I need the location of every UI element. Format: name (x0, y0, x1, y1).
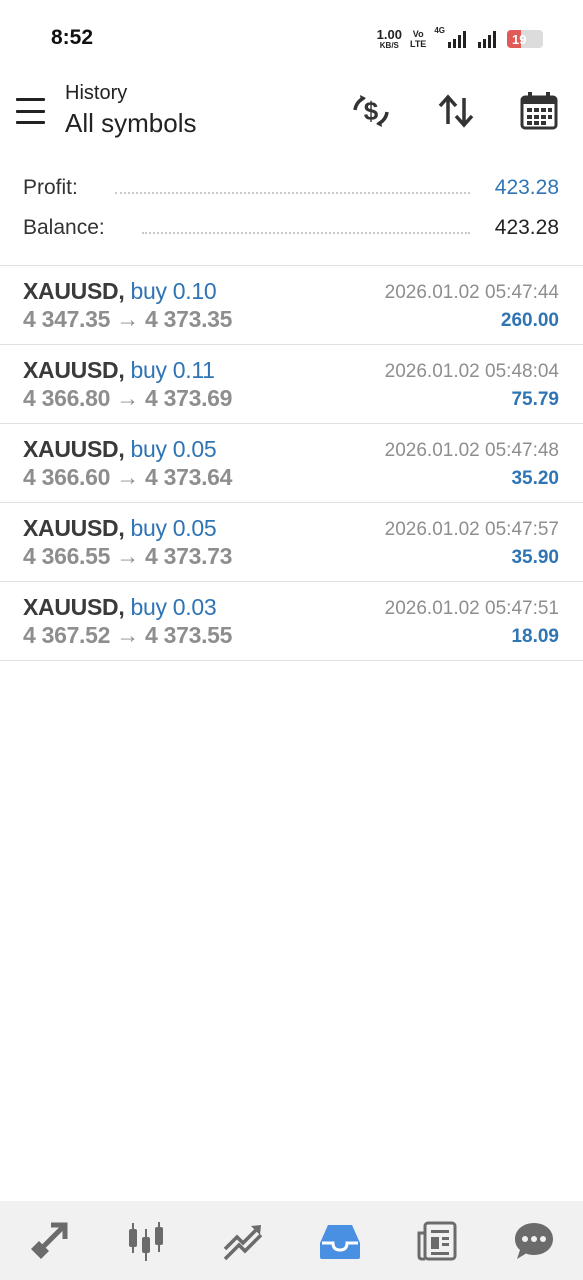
nav-chat[interactable] (486, 1201, 583, 1280)
deal-type: buy 0.03 (130, 594, 217, 620)
deal-time: 2026.01.02 05:48:04 (384, 361, 559, 382)
app-header: History All symbols $ (0, 78, 583, 148)
profit-value: 423.28 (494, 176, 559, 199)
deal-close-price: 4 373.55 (145, 622, 233, 648)
price-arrow: → (116, 464, 139, 490)
deal-prices: 4 347.35 → 4 373.35 (23, 306, 232, 333)
deal-profit: 75.79 (511, 389, 559, 410)
deal-open-price: 4 366.80 (23, 385, 111, 411)
calendar-icon[interactable] (518, 90, 560, 132)
profit-row: Profit: 423.28 (0, 168, 583, 208)
deal-profit: 18.09 (511, 626, 559, 647)
deal-close-price: 4 373.73 (145, 543, 233, 569)
currency-exchange-icon[interactable]: $ (350, 90, 392, 132)
deal-close-price: 4 373.35 (145, 306, 233, 332)
news-icon (417, 1221, 457, 1260)
price-arrow: → (116, 543, 139, 569)
deal-open-price: 4 366.60 (23, 464, 111, 490)
deal-time: 2026.01.02 05:47:51 (384, 598, 559, 619)
quotes-icon (30, 1222, 68, 1259)
status-icons: 1.00 KB/S Vo LTE 4G 19 (377, 26, 543, 52)
deal-close-price: 4 373.64 (145, 464, 233, 490)
price-arrow: → (116, 622, 139, 648)
menu-icon-bar (16, 98, 45, 101)
deal-row[interactable]: XAUUSD, buy 0.11 4 366.80 → 4 373.69 202… (0, 345, 583, 424)
deal-symbol-name: XAUUSD, (23, 278, 125, 304)
deal-type: buy 0.05 (130, 515, 217, 541)
battery-value: 19 (512, 31, 527, 47)
profit-label: Profit: (23, 176, 78, 200)
deal-prices: 4 366.60 → 4 373.64 (23, 464, 232, 491)
deal-prices: 4 367.52 → 4 373.55 (23, 622, 232, 649)
deal-profit: 35.20 (511, 468, 559, 489)
deal-symbol-name: XAUUSD, (23, 515, 125, 541)
deal-symbol: XAUUSD, buy 0.03 (23, 594, 217, 621)
deal-profit: 35.90 (511, 547, 559, 568)
deal-prices: 4 366.80 → 4 373.69 (23, 385, 232, 412)
status-bar: 8:52 1.00 KB/S Vo LTE 4G 19 (0, 0, 583, 78)
network-speed: 1.00 KB/S (377, 28, 402, 50)
deal-profit: 260.00 (500, 310, 559, 331)
deal-symbol-name: XAUUSD, (23, 357, 125, 383)
nav-quotes[interactable] (0, 1201, 97, 1280)
trade-icon (223, 1224, 263, 1260)
price-arrow: → (116, 385, 139, 411)
nav-trade[interactable] (194, 1201, 291, 1280)
deal-type: buy 0.11 (130, 357, 215, 383)
deal-row[interactable]: XAUUSD, buy 0.03 4 367.52 → 4 373.55 202… (0, 582, 583, 661)
page-title: All symbols (65, 108, 197, 138)
signal-icon (448, 31, 466, 48)
deal-symbol: XAUUSD, buy 0.05 (23, 436, 217, 463)
deal-symbol: XAUUSD, buy 0.10 (23, 278, 217, 305)
balance-row: Balance: 423.28 (0, 208, 583, 248)
header-titles[interactable]: History All symbols (65, 80, 196, 140)
deal-prices: 4 366.55 → 4 373.73 (23, 543, 232, 570)
battery-icon: 19 (507, 30, 543, 48)
deal-symbol: XAUUSD, buy 0.11 (23, 357, 215, 384)
chat-icon (515, 1222, 554, 1259)
deal-open-price: 4 367.52 (23, 622, 111, 648)
deal-time: 2026.01.02 05:47:48 (384, 440, 559, 461)
deal-type: buy 0.10 (130, 278, 217, 304)
sort-icon[interactable] (435, 90, 477, 132)
network-speed-unit: KB/S (379, 41, 399, 50)
network-speed-value: 1.00 (376, 27, 402, 42)
deal-open-price: 4 366.55 (23, 543, 111, 569)
deal-row[interactable]: XAUUSD, buy 0.05 4 366.55 → 4 373.73 202… (0, 503, 583, 582)
volte-indicator: Vo LTE (410, 29, 426, 49)
nav-history[interactable] (292, 1201, 389, 1280)
deal-symbol: XAUUSD, buy 0.05 (23, 515, 217, 542)
deal-row[interactable]: XAUUSD, buy 0.05 4 366.60 → 4 373.64 202… (0, 424, 583, 503)
deal-open-price: 4 347.35 (23, 306, 111, 332)
nav-chart[interactable] (97, 1201, 194, 1280)
svg-text:$: $ (364, 96, 379, 126)
deals-list: XAUUSD, buy 0.10 4 347.35 → 4 373.35 202… (0, 265, 583, 661)
volte-bottom: LTE (409, 39, 427, 49)
price-arrow: → (116, 306, 139, 332)
status-time: 8:52 (51, 26, 94, 49)
signal-icon-2 (478, 31, 496, 48)
dotted-leader (142, 230, 470, 234)
signal-tag: 4G (434, 26, 445, 35)
chart-icon (128, 1221, 163, 1261)
deal-row[interactable]: XAUUSD, buy 0.10 4 347.35 → 4 373.35 202… (0, 266, 583, 345)
volte-top: Vo (412, 29, 424, 39)
history-icon (320, 1224, 361, 1259)
deal-symbol-name: XAUUSD, (23, 436, 125, 462)
deal-symbol-name: XAUUSD, (23, 594, 125, 620)
deal-close-price: 4 373.69 (145, 385, 233, 411)
page-subtitle: History (65, 82, 128, 104)
menu-icon-bar (16, 109, 45, 113)
summary: Profit: 423.28 Balance: 423.28 (0, 168, 583, 248)
nav-news[interactable] (389, 1201, 486, 1280)
balance-label: Balance: (23, 216, 105, 240)
bottom-nav (0, 1201, 583, 1280)
menu-button[interactable] (16, 96, 50, 126)
deal-time: 2026.01.02 05:47:44 (384, 282, 559, 303)
dotted-leader (115, 190, 470, 194)
deal-time: 2026.01.02 05:47:57 (384, 519, 559, 540)
balance-value: 423.28 (494, 216, 559, 239)
menu-icon-bar (16, 121, 45, 124)
deal-type: buy 0.05 (130, 436, 217, 462)
